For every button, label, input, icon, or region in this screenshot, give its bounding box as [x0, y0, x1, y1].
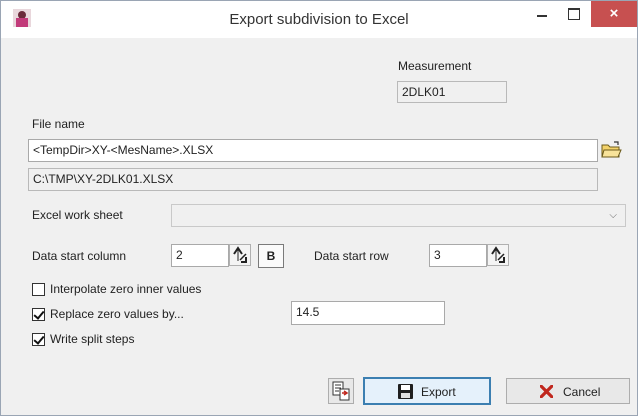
data-start-column-label: Data start column [32, 249, 127, 263]
copy-settings-button[interactable] [328, 378, 354, 404]
copy-clipboard-icon [332, 381, 350, 401]
interpolate-checkbox[interactable] [32, 283, 45, 296]
data-start-column-input[interactable]: 2 [171, 244, 229, 267]
measurement-field: 2DLK01 [397, 81, 507, 103]
sort-arrows-icon [491, 246, 505, 263]
cancel-label: Cancel [563, 385, 601, 399]
interpolate-label: Interpolate zero inner values [50, 282, 202, 296]
write-split-checkbox[interactable] [32, 333, 45, 346]
measurement-label: Measurement [398, 59, 472, 73]
close-button[interactable]: × [591, 1, 637, 27]
cancel-button[interactable]: Cancel [506, 378, 630, 404]
replace-zero-checkbox[interactable] [32, 308, 45, 321]
file-name-label: File name [32, 117, 85, 131]
replace-zero-value-input[interactable]: 14.5 [291, 301, 445, 325]
replace-zero-label: Replace zero values by... [50, 307, 184, 321]
maximize-button[interactable] [559, 1, 589, 25]
chevron-down-icon: ⌵ [609, 210, 617, 221]
open-folder-button[interactable] [600, 140, 622, 160]
data-start-row-spinner[interactable] [487, 244, 509, 266]
data-start-row-input[interactable]: 3 [429, 244, 487, 267]
export-label: Export [421, 385, 456, 399]
save-disk-icon [398, 384, 413, 399]
sort-arrows-icon [233, 246, 247, 263]
export-dialog: Export subdivision to Excel × Measuremen… [0, 0, 638, 416]
resolved-file-path: C:\TMP\XY-2DLK01.XLSX [28, 168, 598, 191]
write-split-label: Write split steps [50, 332, 135, 346]
data-start-column-spinner[interactable] [229, 244, 251, 266]
open-folder-icon [601, 141, 622, 158]
file-name-input[interactable]: <TempDir>XY-<MesName>.XLSX [28, 139, 598, 162]
worksheet-label: Excel work sheet [32, 208, 123, 222]
data-start-row-label: Data start row [314, 249, 389, 263]
minimize-button[interactable] [527, 1, 557, 25]
export-button[interactable]: Export [363, 377, 491, 405]
title-bar: Export subdivision to Excel × [1, 1, 637, 38]
column-letter-button[interactable]: B [258, 244, 284, 268]
cancel-x-icon [540, 385, 553, 398]
worksheet-select[interactable]: ⌵ [171, 204, 626, 227]
